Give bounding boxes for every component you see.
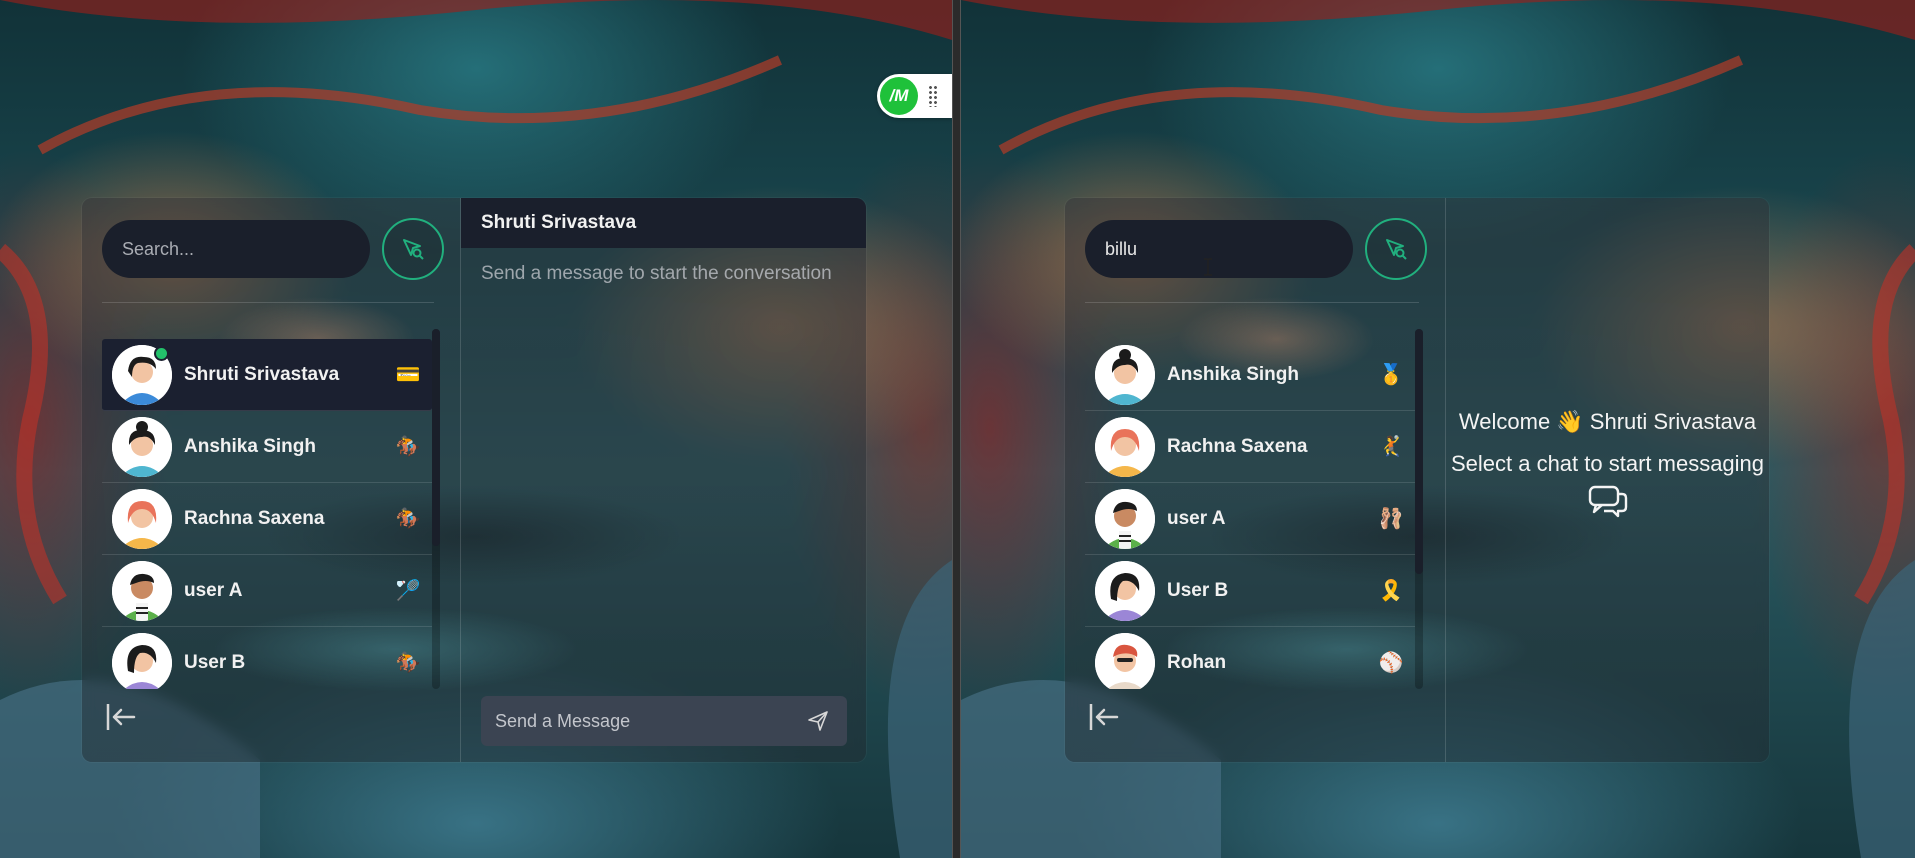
search-bar (1085, 218, 1427, 280)
user-list-item[interactable]: user A 🏸 (102, 555, 432, 627)
avatar (112, 416, 172, 477)
user-emoji: 💳 (395, 364, 421, 386)
user-list-item[interactable]: Anshika Singh 🏇 (102, 411, 432, 483)
chat-header: Shruti Srivastava (461, 198, 866, 248)
avatar (112, 560, 172, 621)
user-list-item[interactable]: user A 🩰 (1085, 483, 1415, 555)
user-name: user A (184, 579, 243, 601)
user-name: Anshika Singh (184, 435, 316, 457)
user-name: Anshika Singh (1167, 363, 1299, 385)
sidebar: Anshika Singh 🥇 Rachna Saxena 🤾 user A 🩰 (1065, 198, 1445, 762)
search-input[interactable] (102, 220, 370, 278)
user-list-item[interactable]: User B 🏇 (102, 627, 432, 689)
scrollbar-thumb[interactable] (1415, 329, 1423, 574)
user-emoji: 🤾 (1378, 436, 1404, 458)
user-name: User B (1167, 579, 1229, 601)
search-icon (1386, 239, 1407, 260)
send-button[interactable] (803, 706, 833, 736)
drag-handle-icon[interactable] (928, 85, 938, 107)
divider (102, 302, 434, 303)
search-button[interactable] (382, 218, 444, 280)
user-emoji: 🩰 (1378, 508, 1404, 530)
user-name: User B (184, 651, 246, 673)
divider (1085, 302, 1419, 303)
welcome-panel: Welcome 👋 Shruti Srivastava Select a cha… (1445, 198, 1769, 762)
user-name: Rohan (1167, 651, 1227, 673)
search-bar (102, 218, 444, 280)
right-browser-pane: Anshika Singh 🥇 Rachna Saxena 🤾 user A 🩰 (961, 0, 1915, 858)
pane-divider[interactable] (952, 0, 961, 858)
user-list-item[interactable]: Shruti Srivastava 💳 (102, 339, 432, 411)
user-list-item[interactable]: Rachna Saxena 🤾 (1085, 411, 1415, 483)
user-emoji: 🎗️ (1378, 580, 1404, 602)
user-list-item[interactable]: Rachna Saxena 🏇 (102, 483, 432, 555)
user-emoji: ⚾ (1378, 652, 1404, 674)
left-browser-pane: /M Search... Shruti Srivastava 💳 Anshika… (0, 0, 952, 858)
search-icon (403, 239, 424, 260)
sidebar: Shruti Srivastava 💳 Anshika Singh 🏇 Rach… (82, 198, 460, 762)
extension-logo-icon[interactable]: /M (880, 77, 918, 115)
app-extension-badge[interactable]: /M (877, 74, 952, 118)
user-list-scrollbar[interactable] (432, 329, 440, 689)
user-emoji: 🏇 (395, 436, 421, 458)
user-name: user A (1167, 507, 1226, 529)
user-name: Shruti Srivastava (184, 363, 340, 385)
chat-title: Shruti Srivastava (481, 212, 637, 233)
chat-app-window: Anshika Singh 🥇 Rachna Saxena 🤾 user A 🩰 (1065, 198, 1769, 762)
user-list[interactable]: Shruti Srivastava 💳 Anshika Singh 🏇 Rach… (102, 339, 432, 689)
online-status-dot (154, 346, 169, 361)
search-button[interactable] (1365, 218, 1427, 280)
user-emoji: 🏇 (395, 508, 421, 530)
user-emoji: 🥇 (1378, 364, 1404, 386)
user-name: Rachna Saxena (184, 507, 325, 529)
select-chat-text: Select a chat to start messaging (1450, 451, 1765, 476)
logout-icon (1089, 704, 1119, 730)
user-list-item[interactable]: Anshika Singh 🥇 (1085, 339, 1415, 411)
message-input[interactable] (481, 695, 803, 747)
user-list-item[interactable]: User B 🎗️ (1085, 555, 1415, 627)
search-input[interactable] (1085, 220, 1353, 278)
scrollbar-thumb[interactable] (432, 329, 440, 546)
avatar (112, 488, 172, 549)
welcome-text: Welcome 👋 Shruti Srivastava (1458, 409, 1757, 434)
chat-panel: Shruti Srivastava Send a message to star… (460, 198, 866, 762)
empty-conversation-text: Send a message to start the conversation (481, 263, 832, 284)
logout-icon (106, 704, 136, 730)
avatar (1095, 632, 1155, 689)
logout-button[interactable] (1087, 700, 1121, 734)
user-list-scrollbar[interactable] (1415, 329, 1423, 689)
text-cursor-icon (1204, 258, 1212, 276)
avatar (1095, 488, 1155, 549)
user-list-item[interactable]: Rohan ⚾ (1085, 627, 1415, 689)
user-emoji: 🏇 (395, 652, 421, 674)
chat-bubbles-icon (1588, 485, 1627, 518)
chat-app-window: Shruti Srivastava 💳 Anshika Singh 🏇 Rach… (82, 198, 866, 762)
logout-button[interactable] (104, 700, 138, 734)
avatar (1095, 344, 1155, 405)
user-name: Rachna Saxena (1167, 435, 1308, 457)
send-icon (808, 711, 828, 731)
user-list[interactable]: Anshika Singh 🥇 Rachna Saxena 🤾 user A 🩰 (1085, 339, 1415, 689)
avatar (112, 632, 172, 689)
avatar (1095, 416, 1155, 477)
avatar (1095, 560, 1155, 621)
user-emoji: 🏸 (395, 580, 421, 602)
message-composer (481, 695, 847, 747)
